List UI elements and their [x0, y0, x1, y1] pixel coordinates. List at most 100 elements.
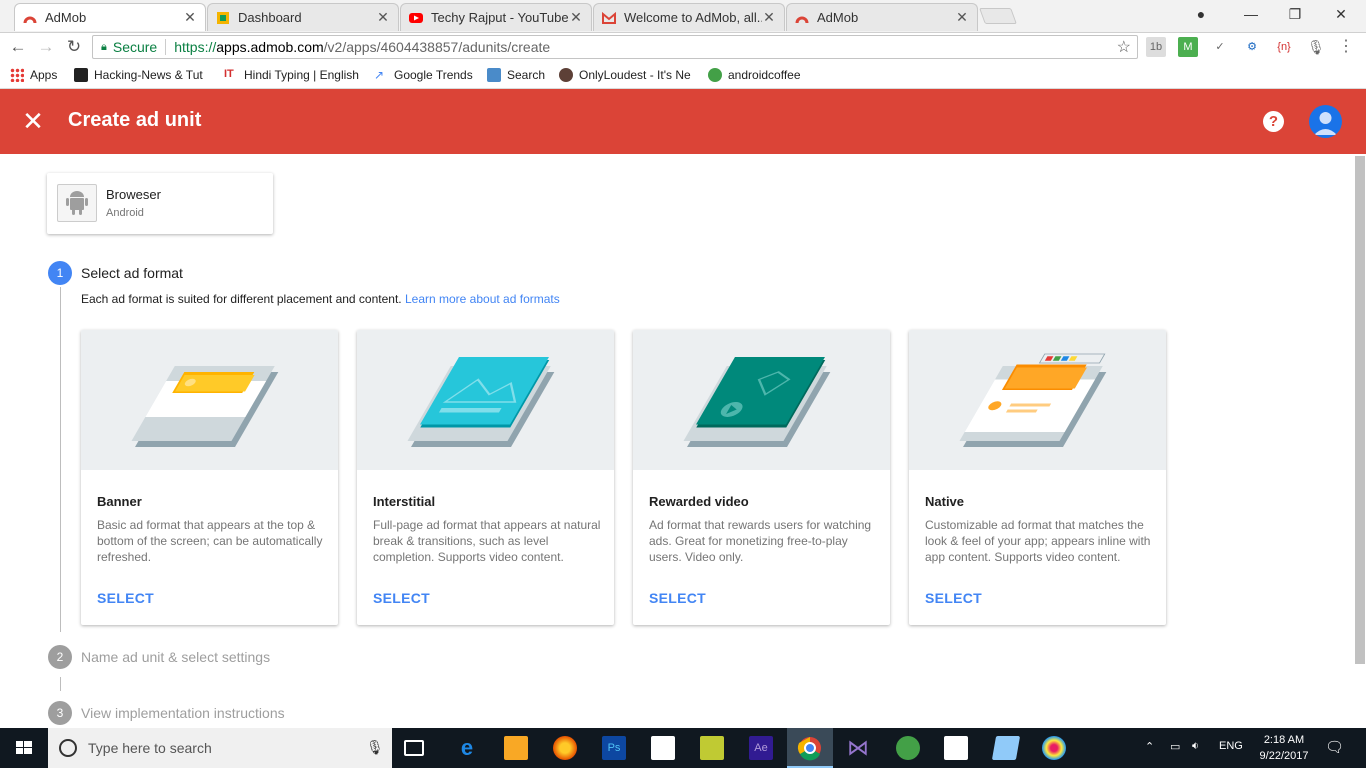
- gmail-icon: [602, 11, 616, 24]
- close-tab-icon[interactable]: ✕: [376, 9, 390, 26]
- chevron-up-icon[interactable]: ⌃: [1145, 740, 1154, 753]
- menu-dots-icon[interactable]: ⋮: [1336, 37, 1356, 57]
- paint-icon[interactable]: [1042, 736, 1066, 760]
- photoshop-icon[interactable]: Ps: [602, 736, 626, 760]
- taskbar-search-box[interactable]: Type here to search 🎙︎: [48, 728, 392, 768]
- format-name: Native: [925, 494, 965, 509]
- help-icon[interactable]: ?: [1263, 111, 1284, 132]
- bookmark-hacking-news[interactable]: Hacking-News & Tut: [74, 67, 212, 83]
- format-description: Ad format that rewards users for watchin…: [649, 518, 872, 564]
- select-rewarded-video-button[interactable]: SELECT: [649, 590, 706, 606]
- tab-title: AdMob: [817, 10, 859, 25]
- step-1-title: Select ad format: [81, 265, 183, 281]
- tab-admob-2[interactable]: AdMob ✕: [786, 3, 978, 31]
- person-icon: [1314, 112, 1337, 135]
- bookmark-star-icon[interactable]: ☆: [1117, 37, 1131, 57]
- new-tab-button[interactable]: [979, 8, 1017, 24]
- tab-youtube[interactable]: Techy Rajput - YouTube ✕: [400, 3, 592, 31]
- step-1-description: Each ad format is suited for different p…: [81, 292, 560, 306]
- tab-admob[interactable]: AdMob ✕: [14, 3, 206, 31]
- format-card-interstitial[interactable]: Interstitial Full-page ad format that ap…: [357, 330, 614, 625]
- bookmark-onlyloudest[interactable]: OnlyLoudest - It's Ne: [559, 67, 695, 83]
- select-native-button[interactable]: SELECT: [925, 590, 982, 606]
- scrollbar[interactable]: [1355, 156, 1365, 664]
- format-description: Customizable ad format that matches the …: [925, 518, 1151, 564]
- bookmark-label: Apps: [30, 68, 58, 82]
- step-3-title: View implementation instructions: [81, 705, 285, 721]
- description-text: Each ad format is suited for different p…: [81, 292, 402, 306]
- format-name: Banner: [97, 494, 142, 509]
- close-icon[interactable]: ✕: [22, 107, 44, 135]
- close-tab-icon[interactable]: ✕: [762, 9, 776, 26]
- format-description: Basic ad format that appears at the top …: [97, 518, 323, 564]
- step-2-title: Name ad unit & select settings: [81, 649, 271, 665]
- select-interstitial-button[interactable]: SELECT: [373, 590, 430, 606]
- search-bookmark-icon: [487, 68, 501, 82]
- tab-gmail[interactable]: Welcome to AdMob, all... ✕: [593, 3, 785, 31]
- extension-1b-icon[interactable]: 1b: [1146, 37, 1166, 57]
- clock[interactable]: 2:18 AM 9/22/2017: [1254, 732, 1314, 764]
- android-studio-icon[interactable]: [896, 736, 920, 760]
- file-explorer-icon[interactable]: [504, 736, 528, 760]
- bookmark-search[interactable]: Search: [487, 67, 549, 83]
- restore-button[interactable]: ❐: [1272, 0, 1318, 28]
- after-effects-icon[interactable]: Ae: [749, 736, 773, 760]
- format-card-native[interactable]: Native Customizable ad format that match…: [909, 330, 1166, 625]
- bookmark-label: Hacking-News & Tut: [94, 68, 203, 82]
- bookmark-google-trends[interactable]: ↗ Google Trends: [374, 67, 478, 83]
- tab-title: Techy Rajput - YouTube: [431, 10, 569, 25]
- extension-translate-icon[interactable]: ⚙: [1242, 37, 1262, 57]
- native-illustration: [909, 330, 1166, 470]
- learn-more-link[interactable]: Learn more about ad formats: [405, 292, 560, 306]
- bookmark-label: androidcoffee: [728, 68, 801, 82]
- edge-icon[interactable]: e: [455, 736, 479, 760]
- bookmark-apps[interactable]: Apps: [10, 67, 72, 83]
- app-platform: Android: [106, 207, 144, 219]
- format-card-rewarded-video[interactable]: Rewarded video Ad format that rewards us…: [633, 330, 890, 625]
- notifications-icon[interactable]: 🗨︎: [1325, 738, 1344, 756]
- volume-icon[interactable]: 🔉︎: [1192, 740, 1199, 753]
- interstitial-illustration: [357, 330, 614, 470]
- back-arrow-icon[interactable]: ←: [7, 36, 29, 58]
- bookmark-hindi-typing[interactable]: IT Hindi Typing | English: [224, 67, 360, 83]
- url-host: apps.admob.com: [216, 39, 324, 55]
- chrome-taskbar-button[interactable]: [787, 728, 833, 768]
- microphone-icon[interactable]: 🎙︎: [1306, 37, 1326, 57]
- format-card-banner[interactable]: Banner Basic ad format that appears at t…: [81, 330, 338, 625]
- microphone-icon[interactable]: 🎙︎: [366, 739, 384, 756]
- close-tab-icon[interactable]: ✕: [955, 9, 969, 26]
- close-tab-icon[interactable]: ✕: [183, 9, 197, 26]
- search-placeholder: Type here to search: [88, 740, 212, 756]
- avatar[interactable]: [1309, 105, 1342, 138]
- forward-arrow-icon[interactable]: →: [35, 36, 57, 58]
- extension-check-icon[interactable]: ✓: [1210, 37, 1230, 57]
- reload-icon[interactable]: ↻: [63, 36, 85, 58]
- profile-icon[interactable]: ●: [1178, 0, 1224, 28]
- close-tab-icon[interactable]: ✕: [569, 9, 583, 26]
- firefox-icon[interactable]: [553, 736, 577, 760]
- spreadsheet-app-icon[interactable]: [700, 736, 724, 760]
- page-title: Create ad unit: [68, 109, 202, 131]
- address-bar[interactable]: 🔒︎ Secure https://apps.admob.com/v2/apps…: [92, 35, 1138, 59]
- minimize-button[interactable]: —: [1228, 0, 1274, 28]
- windows-start-button[interactable]: [0, 728, 48, 768]
- extension-m-icon[interactable]: M: [1178, 37, 1198, 57]
- close-window-button[interactable]: ✕: [1318, 0, 1364, 28]
- task-view-icon[interactable]: [404, 740, 424, 756]
- store-icon[interactable]: [651, 736, 675, 760]
- photos-icon[interactable]: [944, 736, 968, 760]
- tab-dashboard[interactable]: Dashboard ✕: [207, 3, 399, 31]
- extension-hindi-icon[interactable]: {n}: [1274, 37, 1294, 57]
- bookmark-androidcoffee[interactable]: androidcoffee: [708, 67, 818, 83]
- bookmark-label: OnlyLoudest - It's Ne: [579, 68, 691, 82]
- format-name: Rewarded video: [649, 494, 749, 509]
- clock-time: 2:18 AM: [1263, 734, 1305, 746]
- language-indicator[interactable]: ENG: [1219, 740, 1243, 752]
- battery-icon[interactable]: ▭: [1170, 740, 1180, 753]
- notes-app-icon[interactable]: [991, 736, 1021, 760]
- url-path: /v2/apps/4604438857/adunits/create: [323, 39, 551, 55]
- visual-studio-icon[interactable]: ⋈: [846, 736, 870, 760]
- browser-tab-strip: AdMob ✕ Dashboard ✕ Techy Rajput - YouTu…: [0, 0, 1366, 33]
- windows-logo-icon: [16, 741, 32, 754]
- select-banner-button[interactable]: SELECT: [97, 590, 154, 606]
